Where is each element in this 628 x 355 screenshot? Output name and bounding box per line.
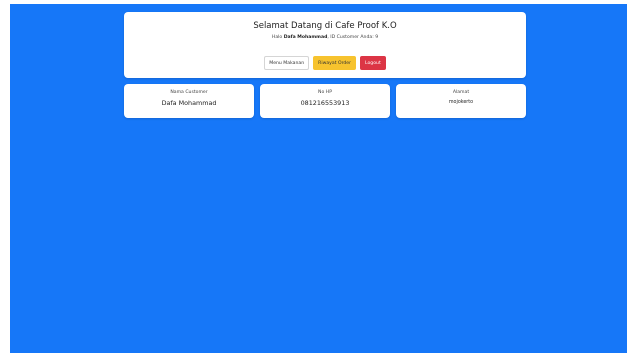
greeting-prefix: Halo — [271, 35, 284, 40]
page-background: Selamat Datang di Cafe Proof K.O Halo Da… — [10, 4, 627, 353]
greeting-user-name: Dafa Mohammad — [283, 35, 328, 40]
customer-name-value: Dafa Mohammad — [161, 99, 217, 107]
welcome-card: Selamat Datang di Cafe Proof K.O Halo Da… — [124, 12, 526, 78]
phone-card: No HP 081216553913 — [260, 84, 390, 118]
page-title: Selamat Datang di Cafe Proof K.O — [253, 21, 397, 31]
customer-name-label: Nama Customer — [170, 90, 208, 95]
customer-name-card: Nama Customer Dafa Mohammad — [124, 84, 254, 118]
address-card: Alamat mojokerto — [396, 84, 526, 118]
address-value: mojokerto — [448, 100, 474, 105]
phone-label: No HP — [318, 90, 332, 95]
address-label: Alamat — [452, 90, 470, 95]
greeting-suffix: , ID Customer Anda: 9 — [327, 35, 379, 40]
riwayat-order-button[interactable]: Riwayat Order — [313, 56, 357, 70]
menu-makanan-button[interactable]: Menu Makanan — [264, 56, 310, 70]
phone-value: 081216553913 — [300, 99, 350, 107]
logout-button[interactable]: Logout — [360, 56, 386, 70]
greeting-text: Halo Dafa Mohammad, ID Customer Anda: 9 — [124, 35, 526, 41]
action-buttons: Menu Makanan Riwayat Order Logout — [124, 56, 526, 70]
